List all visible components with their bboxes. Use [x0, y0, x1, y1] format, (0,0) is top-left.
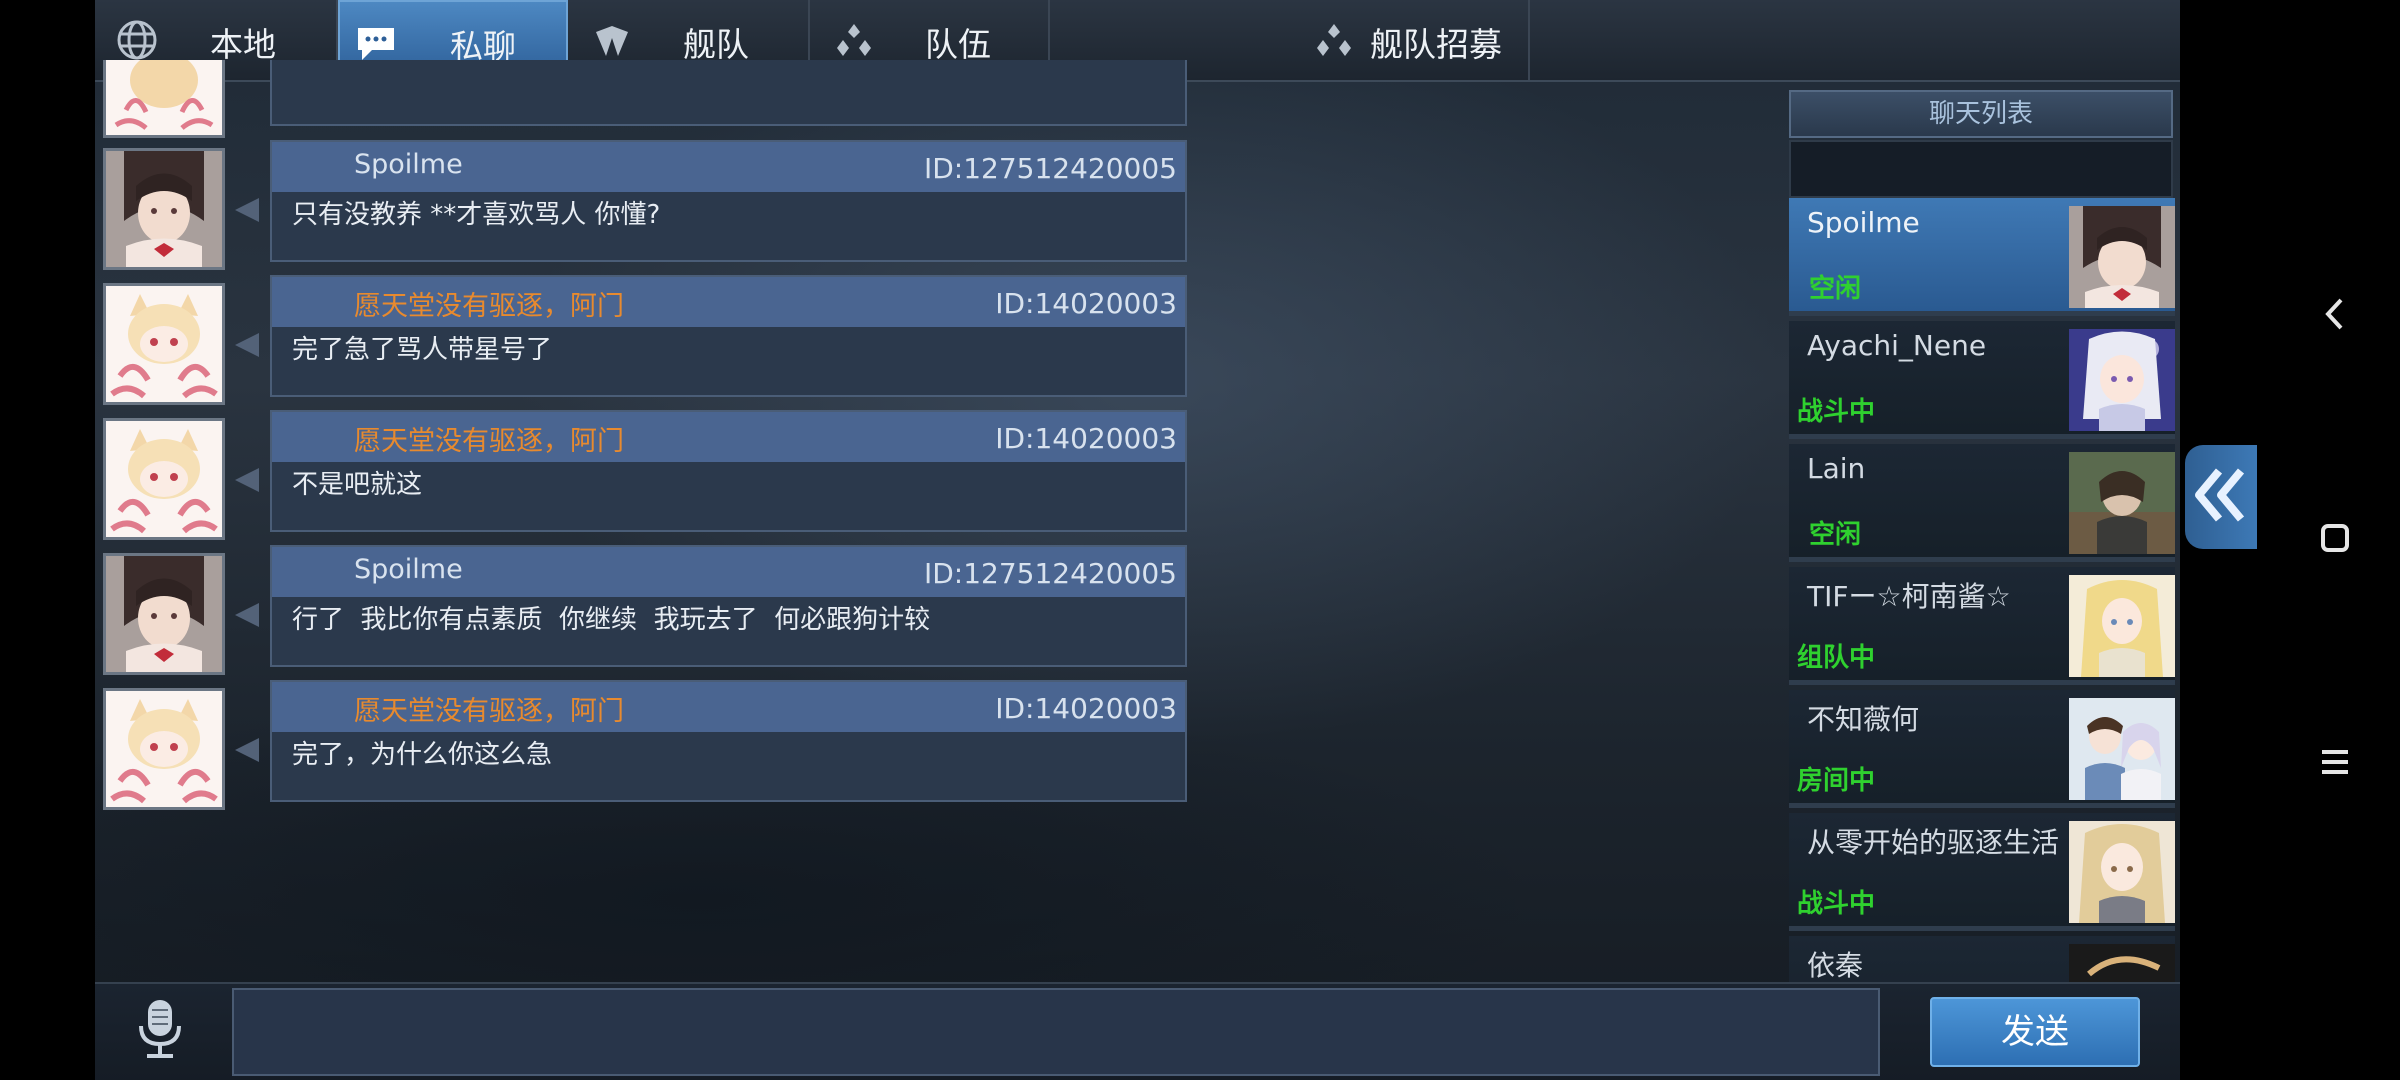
- message-sender-id: ID:14020003: [995, 422, 1177, 455]
- chat-list: Spoilme 空闲 Ayachi_Nene 战斗中 Lain 空闲 TIFー☆…: [1789, 198, 2175, 982]
- avatar-spoilme[interactable]: [103, 148, 225, 270]
- avatar-chibi[interactable]: [103, 283, 225, 405]
- contact-avatar: [2069, 944, 2175, 982]
- message-sender-id: ID:127512420005: [923, 152, 1177, 185]
- system-menu-button[interactable]: [2310, 739, 2360, 789]
- message-sender-id: ID:127512420005: [923, 557, 1177, 590]
- contact-status: 战斗中: [1797, 889, 1876, 919]
- send-button[interactable]: 发送: [1930, 997, 2140, 1067]
- message-bubble-partial: [270, 60, 1187, 126]
- bubble-pointer: [235, 333, 259, 357]
- contact-avatar: [2069, 575, 2175, 677]
- message-header: 愿天堂没有驱逐，阿门 ID:14020003: [272, 277, 1185, 327]
- tab-fleet-label: 舰队: [683, 25, 749, 64]
- system-back-button[interactable]: [2310, 291, 2360, 341]
- contact-status: 空闲: [1809, 520, 1862, 550]
- contact-avatar: [2069, 821, 2175, 923]
- fleet-icon: [590, 18, 634, 62]
- contact-name: 依秦: [1807, 949, 1864, 982]
- chat-list-item[interactable]: Spoilme 空闲: [1789, 198, 2175, 316]
- left-black-bar: [0, 0, 95, 1080]
- message-sender[interactable]: 愿天堂没有驱逐，阿门: [354, 284, 624, 323]
- recruit-icon: [1312, 18, 1356, 62]
- chat-bubble-icon: [354, 20, 398, 64]
- avatar-chibi[interactable]: [103, 418, 225, 540]
- square-icon: [2319, 522, 2351, 558]
- double-chevron-left-icon: [2193, 465, 2249, 529]
- message-text: 不是吧就这: [292, 470, 423, 500]
- tab-fleet-recruit-label: 舰队招募: [1370, 25, 1502, 64]
- microphone-button[interactable]: [130, 998, 190, 1064]
- bubble-pointer: [235, 198, 259, 222]
- chat-list-item[interactable]: 不知薇何 房间中: [1789, 690, 2175, 808]
- contact-status: 空闲: [1809, 274, 1862, 304]
- bubble-pointer: [235, 738, 259, 762]
- message-input[interactable]: [232, 988, 1880, 1076]
- chevron-left-icon: [2323, 296, 2347, 336]
- message-text: 完了急了骂人带星号了: [292, 335, 553, 365]
- bubble-pointer: [235, 468, 259, 492]
- message-sender[interactable]: Spoilme: [354, 149, 463, 180]
- message-sender-id: ID:14020003: [995, 692, 1177, 725]
- message-text: 只有没教养 **才喜欢骂人 你懂?: [292, 200, 661, 230]
- message-header: 愿天堂没有驱逐，阿门 ID:14020003: [272, 412, 1185, 462]
- bubble-pointer: [235, 603, 259, 627]
- chat-list-item[interactable]: 依秦: [1789, 936, 2175, 982]
- chat-list-item[interactable]: Ayachi_Nene 战斗中: [1789, 321, 2175, 439]
- contact-status: 组队中: [1797, 643, 1876, 673]
- system-home-button[interactable]: [2310, 515, 2360, 565]
- message-bubble: Spoilme ID:127512420005 行了 我比你有点素质 你继续 我…: [270, 545, 1187, 667]
- chat-list-item[interactable]: 从零开始的驱逐生活 战斗中: [1789, 813, 2175, 931]
- microphone-icon: [135, 998, 185, 1064]
- contact-avatar: [2069, 206, 2175, 308]
- contact-avatar: [2069, 452, 2175, 554]
- contact-name: Lain: [1807, 452, 1866, 485]
- contact-avatar: [2069, 698, 2175, 800]
- message-header: Spoilme ID:127512420005: [272, 142, 1185, 192]
- team-icon: [832, 18, 876, 62]
- contact-status: 战斗中: [1797, 397, 1876, 427]
- contact-name: Ayachi_Nene: [1807, 329, 1987, 362]
- contact-name: TIFー☆柯南酱☆: [1807, 580, 2011, 613]
- chat-list-item[interactable]: TIFー☆柯南酱☆ 组队中: [1789, 567, 2175, 685]
- chat-list-search-field[interactable]: [1789, 140, 2173, 198]
- contact-avatar: [2069, 329, 2175, 431]
- tab-team-label: 队伍: [925, 25, 991, 64]
- hamburger-icon: [2319, 748, 2351, 780]
- app-root: 本地 私聊 舰队 队伍 舰队招募 Spoilme ID:127512420005…: [0, 0, 2400, 1080]
- globe-icon: [115, 18, 159, 62]
- message-bubble: 愿天堂没有驱逐，阿门 ID:14020003 完了急了骂人带星号了: [270, 275, 1187, 397]
- message-sender[interactable]: 愿天堂没有驱逐，阿门: [354, 419, 624, 458]
- tab-local-label: 本地: [210, 25, 276, 64]
- chat-list-header: 聊天列表: [1789, 90, 2173, 138]
- message-bubble: 愿天堂没有驱逐，阿门 ID:14020003 不是吧就这: [270, 410, 1187, 532]
- message-sender-id: ID:14020003: [995, 287, 1177, 320]
- message-bubble: Spoilme ID:127512420005 只有没教养 **才喜欢骂人 你懂…: [270, 140, 1187, 262]
- contact-name: 不知薇何: [1807, 703, 1920, 736]
- contact-name: Spoilme: [1807, 206, 1920, 239]
- avatar-chibi-partial[interactable]: [103, 60, 225, 138]
- message-text: 行了 我比你有点素质 你继续 我玩去了 何必跟狗计较: [292, 605, 931, 635]
- collapse-panel-button[interactable]: [2185, 445, 2257, 549]
- message-sender[interactable]: 愿天堂没有驱逐，阿门: [354, 689, 624, 728]
- message-bubble: 愿天堂没有驱逐，阿门 ID:14020003 完了，为什么你这么急: [270, 680, 1187, 802]
- message-header: Spoilme ID:127512420005: [272, 547, 1185, 597]
- contact-status: 房间中: [1797, 766, 1876, 796]
- message-sender[interactable]: Spoilme: [354, 554, 463, 585]
- chat-list-item[interactable]: Lain 空闲: [1789, 444, 2175, 562]
- contact-name: 从零开始的驱逐生活: [1807, 826, 2060, 859]
- message-text: 完了，为什么你这么急: [292, 740, 553, 770]
- avatar-chibi[interactable]: [103, 688, 225, 810]
- message-header: 愿天堂没有驱逐，阿门 ID:14020003: [272, 682, 1185, 732]
- avatar-spoilme[interactable]: [103, 553, 225, 675]
